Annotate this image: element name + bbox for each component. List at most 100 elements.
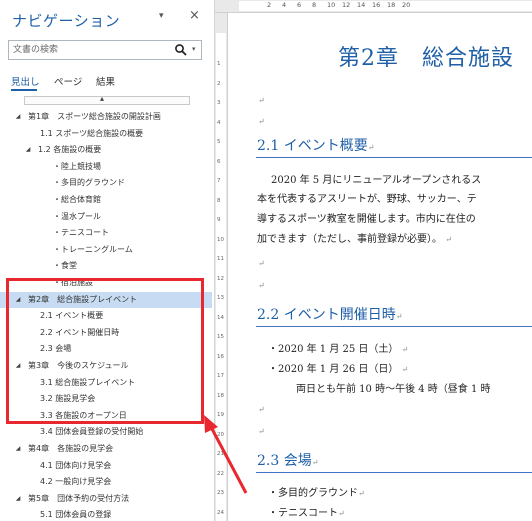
tab-headings[interactable]: 見出し <box>11 74 40 88</box>
ruler-number: 18 <box>387 1 396 9</box>
ruler-number: 12 <box>217 275 224 282</box>
nav-heading-label: 3.4 団体会員登録の受付開始 <box>40 427 144 437</box>
ruler-number: 1 <box>217 61 221 67</box>
collapse-triangle-icon[interactable]: ◢ <box>24 142 32 158</box>
paragraph-mark: ↵ <box>311 458 319 467</box>
ruler-number: 13 <box>217 295 224 301</box>
ruler-number: 17 <box>217 373 224 379</box>
paragraph-mark: ↵ <box>258 405 265 414</box>
nav-heading-item[interactable]: ・多目的グラウンド <box>0 175 212 191</box>
collapse-triangle-icon[interactable]: ◢ <box>14 109 22 125</box>
close-icon[interactable]: × <box>189 8 200 23</box>
nav-heading-item[interactable]: 4.2 一般向け見学会 <box>0 474 212 490</box>
nav-heading-item[interactable]: ・トレーニングルーム <box>0 242 212 258</box>
document-page[interactable]: 第2章 総合施設 ↵ ↵ 2.1 イベント概要↵ 2020 年 5 月にリニュー… <box>228 13 532 521</box>
nav-heading-label: ・食堂 <box>53 261 77 271</box>
paragraph-mark: ↵ <box>367 143 375 152</box>
nav-heading-label: 1.1 スポーツ総合施設の概要 <box>40 128 144 138</box>
nav-heading-label: 第4章 各施設の見学会 <box>28 444 114 453</box>
nav-heading-label: 1.2 各施設の概要 <box>38 145 102 155</box>
nav-heading-item[interactable]: ◢ 第1章 スポーツ総合施設の開設計画 <box>0 109 212 125</box>
nav-heading-item[interactable]: 3.4 団体会員登録の受付開始 <box>0 424 212 440</box>
search-box[interactable]: ▾ <box>8 40 202 60</box>
navigation-pane: ナビゲーション ▾ × ▾ 見出し ページ 結果 ▴ ◢ 第1章 スポーツ総合施設… <box>0 0 215 521</box>
paragraph-mark: ↵ <box>258 427 265 436</box>
search-options-dropdown-icon[interactable]: ▾ <box>192 45 196 53</box>
ruler-number: 18 <box>217 392 224 399</box>
ruler-number: 9 <box>217 217 221 223</box>
nav-heading-label: ・トレーニングルーム <box>53 244 133 254</box>
body-line: 加できます（ただし、事前登録が必要）。 ↵ <box>257 234 452 245</box>
body-line: 両日とも午前 10 時～午後 4 時（昼食 1 時 <box>296 384 491 395</box>
heading-text: 2.3 会場 <box>257 453 312 469</box>
ruler-number: 4 <box>282 1 287 9</box>
ruler-number: 11 <box>217 256 224 262</box>
nav-heading-label: ・総合体育館 <box>53 195 101 204</box>
chapter-heading: 第2章 総合施設 <box>338 46 514 71</box>
nav-heading-item[interactable]: 4.1 団体向け見学会 <box>0 458 212 474</box>
paragraph-mark: ↵ <box>258 281 265 290</box>
list-item: ・多目的グラウンド↵ <box>268 488 365 499</box>
ruler-number: 20 <box>402 1 411 9</box>
ruler-number: 6 <box>217 158 221 165</box>
paragraph-mark: ↵ <box>445 235 452 244</box>
nav-heading-item[interactable]: ・総合体育館 <box>0 192 212 208</box>
ruler-number: 4 <box>217 119 221 126</box>
list-item: ・2020 年 1 月 26 日（日） ↵ <box>268 364 409 375</box>
ruler-number: 5 <box>217 139 221 145</box>
vertical-ruler[interactable]: 1 2 3 4 5 6 7 8 9 10 11 12 13 14 15 16 17 18 19 20 21 22 23 24 <box>215 13 228 521</box>
ruler-number: 15 <box>217 334 224 340</box>
nav-heading-item[interactable]: ◢ 第5章 団体予約の受付方法 <box>0 491 212 507</box>
tab-results[interactable]: 結果 <box>96 74 115 88</box>
body-line: 導するスポーツ教室を開催します。市内に在住の <box>257 214 476 225</box>
nav-heading-item[interactable]: ◢ 第4章 各施設の見学会 <box>0 441 212 457</box>
nav-heading-label: 第1章 スポーツ総合施設の開設計画 <box>28 112 161 121</box>
body-line: 本を代表するアスリートが、野球、サッカー、テ <box>257 194 477 205</box>
ruler-number: 3 <box>217 100 221 106</box>
nav-heading-item[interactable]: ・温水プール <box>0 209 212 225</box>
ruler-number: 16 <box>372 1 381 9</box>
ruler-number: 24 <box>217 509 224 516</box>
ruler-number: 20 <box>217 431 224 438</box>
ruler-number: 10 <box>327 1 336 9</box>
ruler-number: 23 <box>217 490 224 496</box>
nav-heading-label: ・多目的グラウンド <box>53 178 125 188</box>
nav-heading-item[interactable]: ・陸上競技場 <box>0 159 212 175</box>
ruler-number: 2 <box>267 1 272 9</box>
nav-heading-label: 4.2 一般向け見学会 <box>40 477 112 487</box>
nav-heading-item[interactable]: 5.1 団体会員の登録 <box>0 507 212 521</box>
nav-heading-item[interactable]: ・食堂 <box>0 258 212 274</box>
chevron-down-icon[interactable]: ▾ <box>159 11 164 21</box>
scroll-up-bar[interactable]: ▴ <box>24 94 190 105</box>
ruler-number: 16 <box>217 353 224 360</box>
ruler-number: 8 <box>312 1 317 9</box>
nav-heading-label: ・テニスコート <box>53 228 109 238</box>
horizontal-ruler[interactable]: 2 4 6 8 10 12 14 16 18 20 <box>215 0 532 13</box>
ruler-number: 2 <box>217 80 221 87</box>
highlight-annotation-box <box>6 278 204 424</box>
nav-heading-label: 第5章 団体予約の受付方法 <box>28 493 130 503</box>
nav-heading-label: ・温水プール <box>53 211 101 221</box>
section-heading: 2.3 会場↵ <box>257 450 318 470</box>
collapse-triangle-icon[interactable]: ◢ <box>14 491 22 507</box>
search-icon[interactable] <box>174 43 188 57</box>
nav-heading-item[interactable]: 1.1 スポーツ総合施設の概要 <box>0 126 212 142</box>
ruler-number: 12 <box>342 1 351 9</box>
list-item: ・2020 年 1 月 25 日（土） ↵ <box>268 344 409 355</box>
paragraph-mark: ↵ <box>258 117 265 126</box>
search-input[interactable] <box>13 42 163 58</box>
nav-heading-label: 5.1 団体会員の登録 <box>40 510 112 520</box>
collapse-triangle-icon[interactable]: ◢ <box>14 441 22 457</box>
heading-text: 2.1 イベント概要 <box>257 138 368 154</box>
ruler-number: 8 <box>217 197 221 204</box>
ruler-number: 6 <box>297 1 302 9</box>
paragraph-mark: ↵ <box>258 259 265 268</box>
nav-heading-item[interactable]: ◢ 1.2 各施設の概要 <box>0 142 212 158</box>
ruler-number: 14 <box>357 1 366 9</box>
tab-pages[interactable]: ページ <box>54 74 82 88</box>
nav-pane-title: ナビゲーション <box>12 12 121 30</box>
heading-underline <box>256 157 532 158</box>
ruler-number: 19 <box>217 412 224 418</box>
nav-heading-item[interactable]: ・テニスコート <box>0 225 212 241</box>
section-heading: 2.1 イベント概要↵ <box>257 135 374 155</box>
